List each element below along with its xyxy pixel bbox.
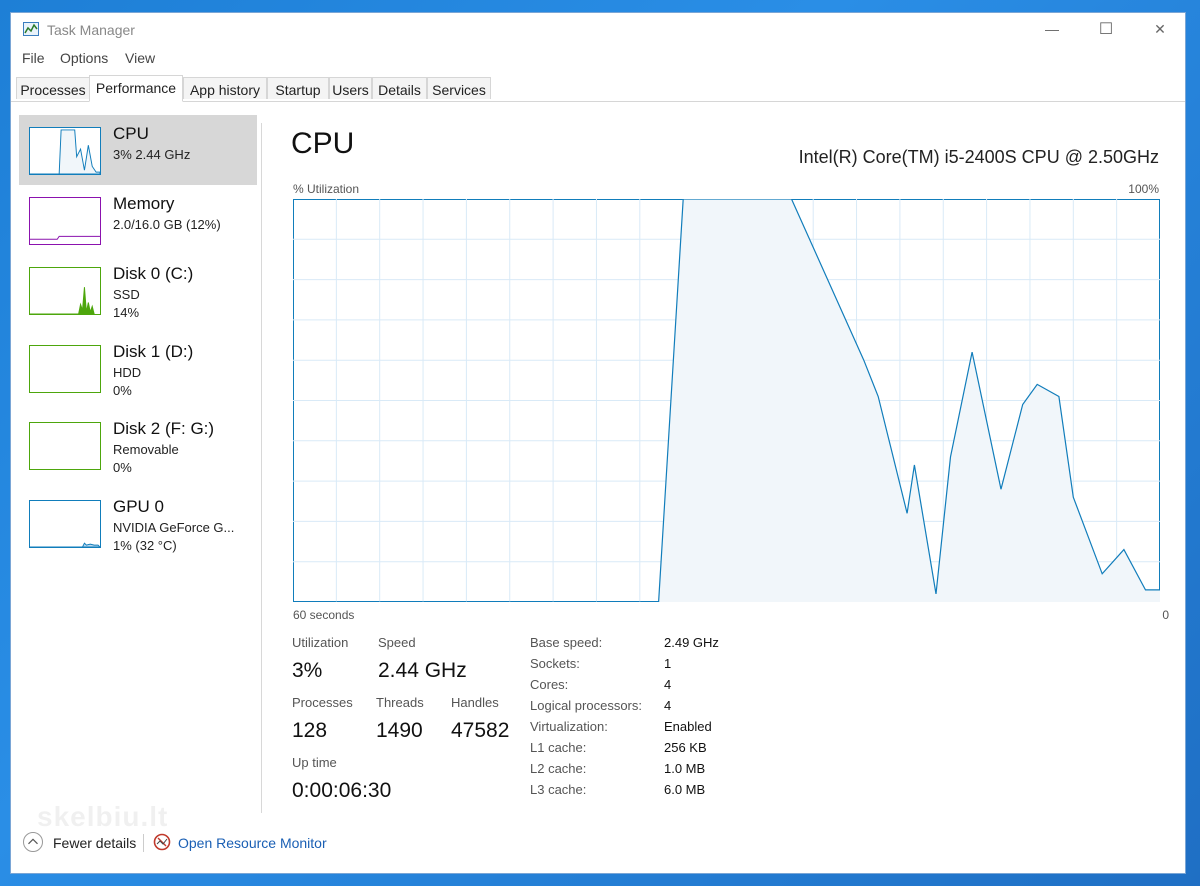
sidebar-item-label: Memory: [113, 194, 175, 213]
graph-x-start-label: 60 seconds: [293, 608, 355, 622]
sidebar-item-type: NVIDIA GeForce G...: [113, 520, 235, 535]
sidebar-item-cpu[interactable]: CPU 3% 2.44 GHz: [19, 115, 257, 185]
tab-users[interactable]: Users: [329, 77, 372, 99]
spec-value: Enabled: [664, 719, 712, 734]
cpu-detail-panel: CPU Intel(R) Core(TM) i5-2400S CPU @ 2.5…: [262, 103, 1185, 813]
speed-label: Speed: [378, 635, 416, 650]
handles-value: 47582: [451, 719, 510, 742]
footer-bar: Fewer details Open Resource Monitor: [11, 828, 1185, 858]
resource-sidebar: CPU 3% 2.44 GHz Memory 2.0/16.0 GB (12%)…: [11, 103, 261, 813]
maximize-button[interactable]: ☐: [1079, 13, 1133, 45]
footer-divider: [143, 834, 144, 852]
task-manager-icon: [23, 22, 39, 36]
sidebar-item-disk2[interactable]: Disk 2 (F: G:) Removable 0%: [19, 410, 257, 480]
sidebar-item-disk1[interactable]: Disk 1 (D:) HDD 0%: [19, 333, 257, 403]
sidebar-item-detail: 1% (32 °C): [113, 538, 177, 553]
graph-x-end-label: 0: [1162, 608, 1169, 622]
sidebar-item-label: Disk 0 (C:): [113, 264, 194, 283]
spec-label: L2 cache:: [530, 761, 587, 776]
sidebar-item-detail: 0%: [113, 383, 132, 398]
sidebar-item-type: HDD: [113, 365, 142, 380]
close-icon: ✕: [1154, 20, 1166, 37]
graph-y-max-label: 100%: [1128, 182, 1159, 196]
spec-value: 4: [664, 677, 672, 692]
close-button[interactable]: ✕: [1133, 13, 1185, 45]
sidebar-item-type: Removable: [113, 442, 179, 457]
resource-monitor-icon: [153, 833, 171, 851]
task-manager-window: Task Manager — ☐ ✕ File Options View Pro…: [10, 12, 1186, 874]
uptime-value: 0:00:06:30: [292, 779, 392, 802]
tab-processes[interactable]: Processes: [16, 77, 90, 99]
speed-value: 2.44 GHz: [378, 659, 467, 682]
threads-value: 1490: [376, 719, 423, 742]
menu-bar: File Options View: [11, 47, 1185, 71]
spec-label: Logical processors:: [530, 698, 642, 713]
sidebar-item-detail: 0%: [113, 460, 132, 475]
spec-label: Base speed:: [530, 635, 603, 650]
cpu-thumbnail-graph: [29, 127, 101, 175]
spec-value: 2.49 GHz: [664, 635, 719, 650]
threads-label: Threads: [376, 695, 424, 710]
fewer-details-button[interactable]: Fewer details: [11, 828, 139, 858]
disk1-thumbnail-graph: [29, 345, 101, 393]
sidebar-item-detail: 2.0/16.0 GB (12%): [113, 217, 221, 232]
maximize-icon: ☐: [1098, 21, 1114, 38]
menu-file[interactable]: File: [22, 50, 45, 66]
open-resource-monitor-link[interactable]: Open Resource Monitor: [178, 835, 327, 851]
sidebar-item-detail: 14%: [113, 305, 140, 320]
tab-details[interactable]: Details: [372, 77, 427, 99]
sidebar-item-detail: 3% 2.44 GHz: [113, 147, 191, 162]
minimize-button[interactable]: —: [1025, 13, 1079, 45]
menu-view[interactable]: View: [125, 50, 155, 66]
sidebar-item-label: GPU 0: [113, 497, 165, 516]
handles-label: Handles: [451, 695, 499, 710]
spec-value: 4: [664, 698, 672, 713]
memory-thumbnail-graph: [29, 197, 101, 245]
spec-label: L3 cache:: [530, 782, 587, 797]
sidebar-item-type: SSD: [113, 287, 140, 302]
spec-label: Sockets:: [530, 656, 580, 671]
spec-value: 1: [664, 656, 672, 671]
spec-label: Cores:: [530, 677, 569, 692]
title-bar[interactable]: Task Manager — ☐ ✕: [11, 13, 1185, 45]
processes-label: Processes: [292, 695, 353, 710]
disk0-thumbnail-graph: [29, 267, 101, 315]
sidebar-item-label: Disk 1 (D:): [113, 342, 194, 361]
disk2-thumbnail-graph: [29, 422, 101, 470]
utilization-value: 3%: [292, 659, 323, 682]
uptime-label: Up time: [292, 755, 337, 770]
spec-value: 6.0 MB: [664, 782, 706, 797]
cpu-utilization-graph: [293, 199, 1160, 602]
menu-options[interactable]: Options: [60, 50, 108, 66]
tab-services[interactable]: Services: [427, 77, 491, 99]
spec-value: 256 KB: [664, 740, 707, 755]
spec-value: 1.0 MB: [664, 761, 706, 776]
gpu-thumbnail-graph: [29, 500, 101, 548]
spec-label: L1 cache:: [530, 740, 587, 755]
graph-y-label: % Utilization: [293, 182, 360, 196]
utilization-label: Utilization: [292, 635, 349, 650]
sidebar-item-gpu0[interactable]: GPU 0 NVIDIA GeForce G... 1% (32 °C): [19, 488, 257, 558]
page-title: CPU: [291, 127, 355, 160]
sidebar-item-label: Disk 2 (F: G:): [113, 419, 215, 438]
minimize-icon: —: [1045, 21, 1059, 37]
spec-label: Virtualization:: [530, 719, 608, 734]
tab-bar: Processes Performance App history Startu…: [11, 75, 1185, 102]
cpu-model-name: Intel(R) Core(TM) i5-2400S CPU @ 2.50GHz: [798, 147, 1159, 167]
processes-value: 128: [292, 719, 328, 742]
chevron-up-icon: [23, 832, 43, 852]
tab-performance[interactable]: Performance: [89, 75, 183, 102]
fewer-details-label: Fewer details: [53, 835, 137, 851]
sidebar-item-disk0[interactable]: Disk 0 (C:) SSD 14%: [19, 255, 257, 325]
tab-startup[interactable]: Startup: [267, 77, 329, 99]
sidebar-item-label: CPU: [113, 124, 149, 143]
window-title: Task Manager: [47, 22, 135, 38]
sidebar-item-memory[interactable]: Memory 2.0/16.0 GB (12%): [19, 185, 257, 255]
tab-app-history[interactable]: App history: [183, 77, 267, 99]
